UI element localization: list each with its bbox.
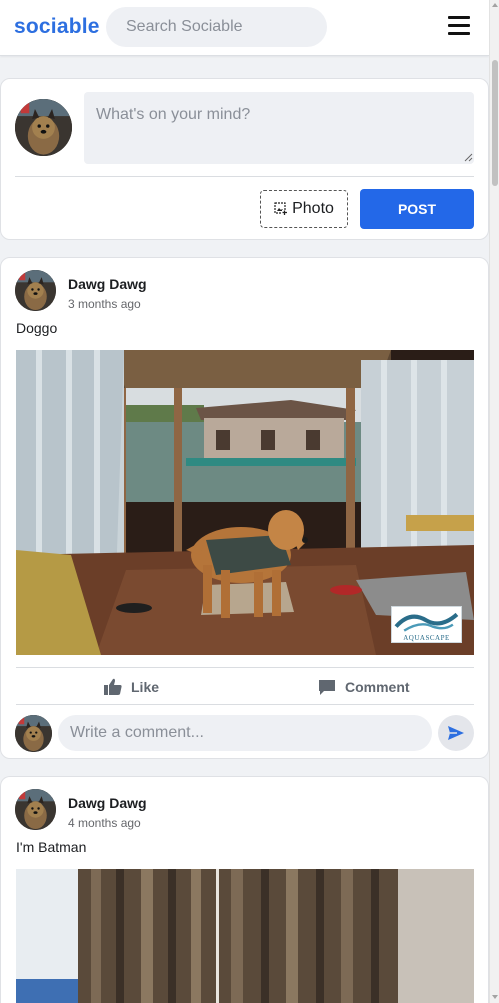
like-label: Like	[131, 679, 160, 695]
send-arrow-icon	[448, 726, 464, 740]
post-card: Dawg Dawg 3 months ago Doggo AQUASCAPE L…	[0, 257, 489, 759]
resize-grip-icon[interactable]	[464, 153, 473, 162]
avatar[interactable]	[15, 789, 56, 830]
scroll-down-arrow-icon[interactable]	[492, 995, 498, 999]
thumbs-up-icon	[104, 678, 122, 695]
post-author-name[interactable]: Dawg Dawg	[68, 276, 147, 292]
send-comment-button[interactable]	[438, 715, 474, 751]
dog-avatar-image	[15, 715, 52, 752]
curtain-window-photo	[16, 869, 474, 1003]
post-card: Dawg Dawg 4 months ago I'm Batman	[0, 776, 489, 1003]
avatar[interactable]	[15, 99, 72, 156]
aquascape-logo-badge: AQUASCAPE	[391, 606, 462, 643]
dog-avatar-image	[15, 789, 56, 830]
scroll-up-arrow-icon[interactable]	[492, 3, 498, 7]
brand-logo[interactable]: sociable	[14, 15, 100, 39]
divider	[16, 667, 474, 668]
post-image[interactable]: AQUASCAPE	[16, 350, 474, 655]
post-text: I'm Batman	[16, 839, 87, 855]
avatar[interactable]	[15, 270, 56, 311]
avatar[interactable]	[15, 715, 52, 752]
post-timestamp: 4 months ago	[68, 816, 141, 830]
like-button[interactable]: Like	[103, 674, 159, 700]
badge-text: AQUASCAPE	[403, 634, 450, 642]
dog-avatar-image	[15, 99, 72, 156]
wave-logo-icon	[394, 612, 459, 632]
top-navbar: sociable	[0, 0, 489, 56]
divider	[16, 704, 474, 705]
post-timestamp: 3 months ago	[68, 297, 141, 311]
photo-button-label: Photo	[292, 200, 334, 217]
comment-bubble-icon	[319, 680, 335, 695]
dog-avatar-image	[15, 270, 56, 311]
status-textarea[interactable]	[84, 92, 474, 164]
photo-upload-button[interactable]: Photo	[260, 190, 348, 228]
scroll-thumb[interactable]	[492, 60, 498, 186]
comment-label: Comment	[345, 679, 410, 695]
divider	[15, 176, 474, 177]
scrollbar[interactable]	[489, 0, 499, 1003]
post-author-name[interactable]: Dawg Dawg	[68, 795, 147, 811]
hamburger-menu-icon[interactable]	[448, 16, 472, 38]
post-button[interactable]: POST	[360, 189, 474, 229]
post-composer: Photo POST	[0, 78, 489, 240]
post-text: Doggo	[16, 320, 58, 336]
comment-button[interactable]: Comment	[317, 674, 410, 700]
image-upload-icon	[274, 202, 288, 215]
search-input[interactable]	[106, 7, 327, 47]
comment-input[interactable]	[58, 715, 432, 751]
post-image[interactable]	[16, 869, 474, 1003]
